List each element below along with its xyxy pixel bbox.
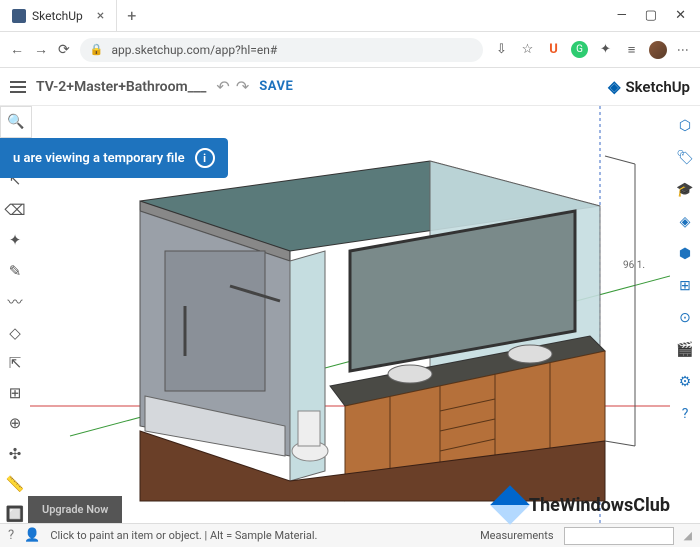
rotate-tool-icon[interactable]: ✣ [5, 445, 25, 463]
measurements-label: Measurements [480, 529, 553, 542]
scenes-icon[interactable]: ⊙ [675, 308, 695, 328]
banner-text: u are viewing a temporary file [13, 151, 185, 166]
eraser-tool-icon[interactable]: ⌫ [5, 201, 25, 219]
search-icon[interactable]: 🔍 [0, 106, 32, 138]
tags-panel-icon[interactable]: 🏷 [675, 148, 695, 168]
forward-button[interactable]: → [34, 41, 48, 58]
back-button[interactable]: ← [10, 41, 24, 58]
extension-u-icon[interactable]: U [545, 41, 562, 58]
tape-tool-icon[interactable]: 📏 [5, 475, 25, 493]
reload-button[interactable]: ⟳ [58, 42, 70, 58]
watermark: TheWindowsClub [496, 491, 670, 519]
extension-g-icon[interactable]: G [571, 41, 588, 58]
styles-icon[interactable]: ⊞ [675, 276, 695, 296]
extension-icons: ⇩ ☆ U G ✦ ≡ ⋮ [493, 41, 690, 59]
info-icon: i [195, 148, 215, 168]
upgrade-button[interactable]: Upgrade Now [28, 496, 122, 523]
new-tab-button[interactable]: + [117, 6, 146, 25]
arc-tool-icon[interactable]: 〰 [5, 292, 25, 312]
reading-list-icon[interactable]: ≡ [623, 41, 640, 58]
materials-icon[interactable]: ⬢ [675, 244, 695, 264]
right-toolbar: ⬡ 🏷 🎓 ◈ ⬢ ⊞ ⊙ 🎬 ⚙ ? [670, 106, 700, 523]
shape-tool-icon[interactable]: ◇ [5, 324, 25, 342]
display-icon[interactable]: 🎬 [675, 340, 695, 360]
browser-titlebar: SketchUp × + — ▢ ✕ [0, 0, 700, 32]
move-tool-icon[interactable]: ⊕ [5, 414, 25, 432]
address-bar: ← → ⟳ 🔒 app.sketchup.com/app?hl=en# ⇩ ☆ … [0, 32, 700, 68]
minimize-button[interactable]: — [617, 8, 627, 23]
entity-info-icon[interactable]: ⬡ [675, 116, 695, 136]
window-controls: — ▢ ✕ [617, 8, 700, 23]
undo-icon[interactable]: ↶ [216, 77, 229, 96]
tab-title: SketchUp [32, 9, 83, 23]
person-status-icon[interactable]: 👤 [24, 528, 40, 543]
banner-message[interactable]: u are viewing a temporary file i [0, 138, 228, 178]
offset-tool-icon[interactable]: ⊞ [5, 384, 25, 402]
filename[interactable]: TV-2+Master+Bathroom___ [36, 79, 206, 95]
text-tool-icon[interactable]: 🔲 [5, 505, 25, 523]
watermark-logo-icon [490, 485, 530, 525]
logo-text: SketchUp [625, 78, 690, 96]
hamburger-menu-icon[interactable] [10, 81, 26, 93]
sketchup-logo[interactable]: ◈ SketchUp [608, 77, 690, 96]
app-header: TV-2+Master+Bathroom___ ↶ ↷ SAVE ◈ Sketc… [0, 68, 700, 106]
save-button[interactable]: SAVE [259, 79, 293, 94]
paint-tool-icon[interactable]: ✦ [5, 231, 25, 249]
lock-icon: 🔒 [90, 43, 104, 56]
status-hint: Click to paint an item or object. | Alt … [50, 529, 470, 542]
extensions-puzzle-icon[interactable]: ✦ [597, 41, 614, 58]
chrome-menu-icon[interactable]: ⋮ [676, 44, 690, 56]
resize-grip-icon[interactable]: ◢ [684, 529, 692, 542]
install-icon[interactable]: ⇩ [493, 41, 510, 58]
star-icon[interactable]: ☆ [519, 41, 536, 58]
status-bar: ? 👤 Click to paint an item or object. | … [0, 523, 700, 547]
tab-favicon [12, 9, 26, 23]
notification-banner: 🔍 u are viewing a temporary file i [0, 106, 228, 178]
undo-redo-group: ↶ ↷ [216, 77, 249, 96]
pencil-tool-icon[interactable]: ✎ [5, 262, 25, 280]
help-icon[interactable]: ? [675, 404, 695, 424]
profile-avatar[interactable] [649, 41, 667, 59]
help-status-icon[interactable]: ? [8, 528, 14, 543]
logo-mark-icon: ◈ [608, 77, 620, 96]
tab-close-icon[interactable]: × [97, 8, 104, 24]
settings-icon[interactable]: ⚙ [675, 372, 695, 392]
redo-icon[interactable]: ↷ [236, 77, 249, 96]
maximize-button[interactable]: ▢ [645, 8, 657, 23]
close-window-button[interactable]: ✕ [675, 8, 686, 23]
components-icon[interactable]: ◈ [675, 212, 695, 232]
dimension-label: 96 1. [623, 260, 645, 271]
url-field[interactable]: 🔒 app.sketchup.com/app?hl=en# [80, 38, 483, 62]
watermark-text: TheWindowsClub [529, 495, 670, 516]
url-text: app.sketchup.com/app?hl=en# [111, 43, 277, 57]
browser-tab[interactable]: SketchUp × [0, 0, 117, 31]
instructor-icon[interactable]: 🎓 [675, 180, 695, 200]
measurements-input[interactable] [564, 527, 674, 545]
pushpull-tool-icon[interactable]: ⇱ [5, 354, 25, 372]
